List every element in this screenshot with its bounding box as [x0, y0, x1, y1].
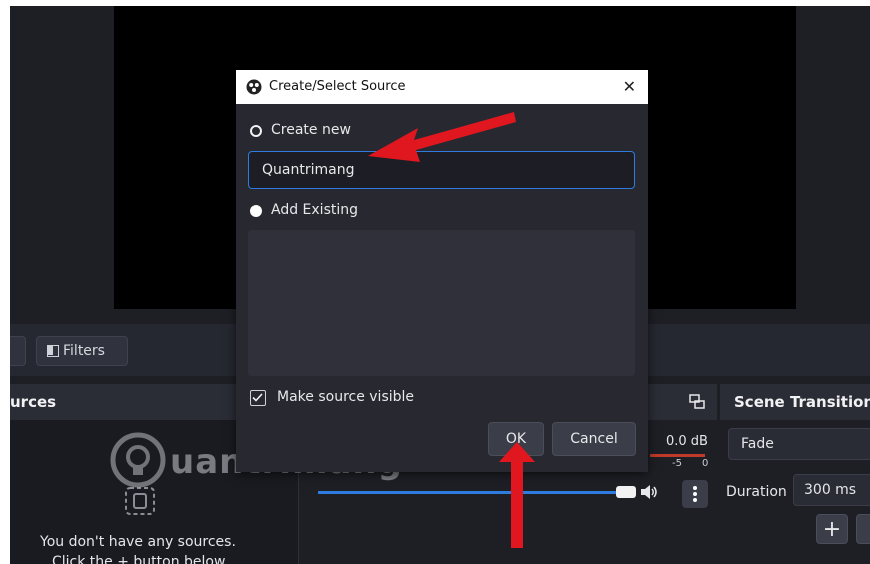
duration-label: Duration: [726, 484, 787, 500]
sources-title: urces: [10, 393, 57, 411]
empty-sources-line2: Click the + button below: [52, 554, 226, 564]
properties-button[interactable]: [10, 336, 26, 366]
volume-slider-handle[interactable]: [616, 486, 636, 498]
empty-sources-line1: You don't have any sources.: [40, 534, 236, 550]
create-new-label: Create new: [271, 122, 351, 138]
scene-transitions-panel: Scene Transitions Fade Duration 300 ms +: [720, 384, 870, 564]
vertical-dots-icon: [693, 486, 697, 490]
add-existing-label: Add Existing: [271, 202, 359, 218]
dock-float-icon[interactable]: [689, 394, 705, 410]
create-new-radio[interactable]: [250, 125, 262, 137]
lightbulb-logo-icon: [110, 432, 166, 488]
mixer-db-value: 0.0 dB: [666, 434, 708, 449]
ok-label: OK: [505, 431, 527, 447]
mixer-scale-b: 0: [702, 458, 709, 469]
make-visible-checkbox[interactable]: [250, 390, 266, 406]
ok-button[interactable]: OK: [488, 422, 544, 456]
mixer-scale-a: -5: [672, 458, 682, 469]
cancel-label: Cancel: [570, 431, 618, 447]
add-transition-button[interactable]: +: [816, 514, 848, 544]
filters-button[interactable]: Filters: [36, 336, 128, 366]
mixer-level-meter: [650, 454, 705, 457]
duration-input[interactable]: 300 ms: [793, 474, 870, 506]
obs-logo-icon: [246, 79, 262, 95]
source-name-input[interactable]: Quantrimang: [248, 151, 635, 189]
create-select-source-dialog: Create/Select Source ✕ Create new Quantr…: [236, 70, 648, 472]
checkmark-icon: [252, 393, 263, 402]
add-existing-radio[interactable]: [250, 205, 262, 217]
dialog-titlebar: Create/Select Source ✕: [236, 70, 648, 104]
speaker-icon[interactable]: [640, 484, 658, 500]
dialog-title: Create/Select Source: [269, 79, 406, 94]
cancel-button[interactable]: Cancel: [552, 422, 636, 456]
make-visible-label: Make source visible: [277, 389, 415, 405]
transitions-title: Scene Transitions: [734, 393, 870, 411]
plus-icon: +: [822, 516, 842, 542]
filters-label: Filters: [63, 343, 105, 359]
duration-value: 300 ms: [804, 482, 857, 498]
transition-selected: Fade: [741, 436, 774, 452]
filters-icon: [47, 345, 59, 357]
source-name-value: Quantrimang: [262, 162, 355, 178]
mixer-menu-button[interactable]: [682, 480, 708, 508]
transitions-header: Scene Transitions: [720, 384, 870, 420]
close-icon[interactable]: ✕: [623, 77, 636, 96]
existing-sources-list[interactable]: [248, 230, 635, 376]
transition-extra-button[interactable]: [856, 514, 870, 544]
transition-select[interactable]: Fade: [728, 428, 870, 460]
